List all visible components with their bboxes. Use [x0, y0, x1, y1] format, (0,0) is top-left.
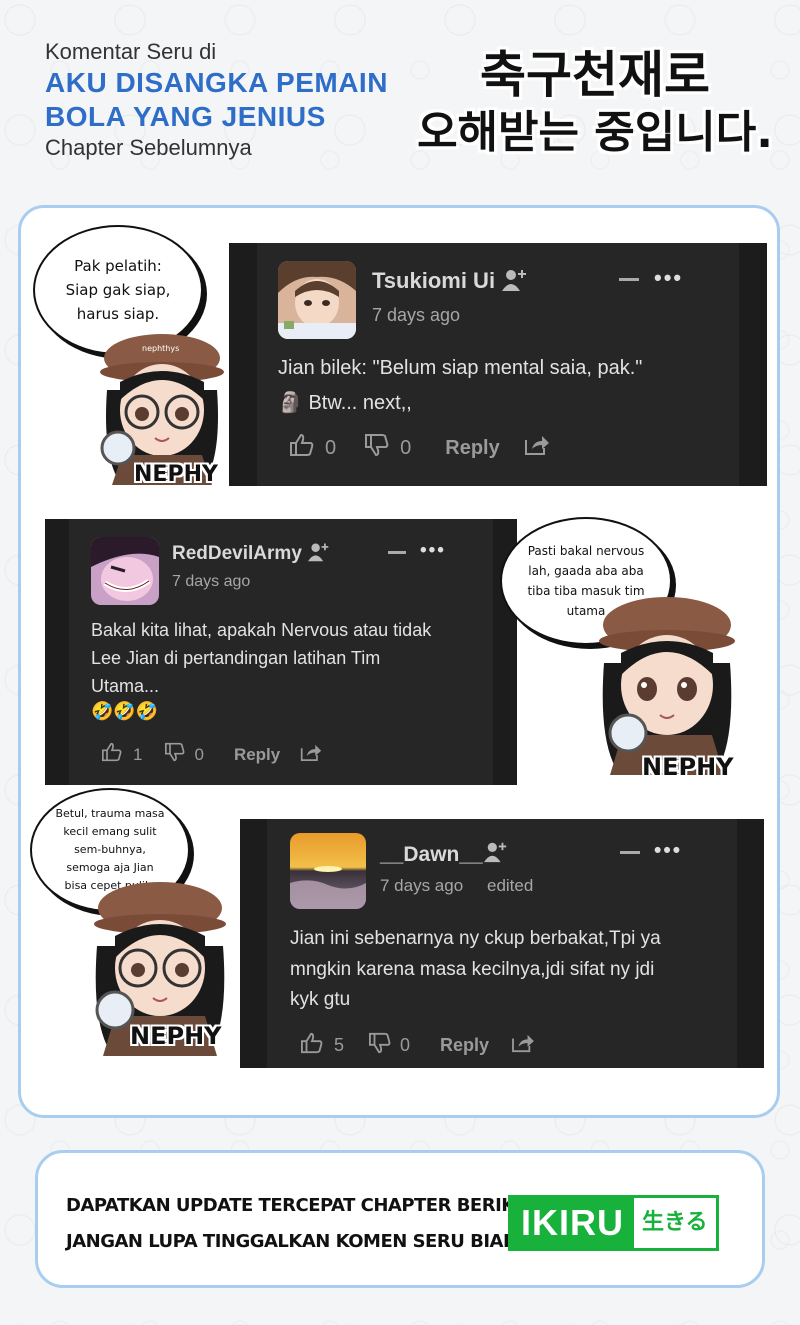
comment-card-1: Tsukiomi Ui ••• 7 days ago Jian bilek: "… — [229, 243, 767, 486]
share-icon[interactable] — [511, 1033, 535, 1058]
collapse-icon[interactable] — [620, 851, 640, 854]
add-user-icon[interactable] — [501, 267, 529, 298]
add-user-icon[interactable] — [483, 840, 509, 869]
comment-text-line2: Lee Jian di pertandingan latihan Tim — [91, 648, 381, 668]
username[interactable]: Tsukiomi Ui — [372, 268, 495, 294]
dislike-count: 0 — [400, 436, 412, 459]
avatar[interactable] — [91, 537, 159, 605]
username[interactable]: __Dawn__ — [380, 843, 483, 867]
nephy-character-2: NEPHY — [592, 585, 742, 781]
share-icon[interactable] — [524, 434, 550, 462]
comment-text-line3: Utama... — [91, 676, 160, 696]
footer-banner: DAPATKAN UPDATE TERCEPAT CHAPTER BERIKUT… — [35, 1150, 765, 1288]
korean-title-line1: 축구천재로 — [480, 46, 710, 104]
collapse-icon[interactable] — [619, 278, 639, 281]
thumbs-up-icon[interactable] — [300, 1032, 324, 1059]
series-title-line2: BOLA YANG JENIUS — [45, 101, 326, 132]
comment-text-line2: 🗿 Btw... next,, — [278, 392, 412, 414]
comment-actions: 5 0 Reply — [300, 1032, 535, 1059]
username[interactable]: RedDevilArmy — [172, 543, 302, 565]
avatar[interactable] — [278, 261, 356, 339]
comment-text-line4: 🤣🤣🤣 — [91, 701, 159, 721]
thumbs-down-icon[interactable] — [368, 1032, 392, 1059]
thumbs-up-icon[interactable] — [101, 742, 123, 767]
reply-button[interactable]: Reply — [234, 745, 280, 765]
korean-title-line2: 오해받는 중입니다. — [417, 107, 773, 158]
nephy-character-3: NEPHY — [85, 870, 235, 1060]
add-user-icon[interactable] — [307, 541, 331, 568]
comment-text-line1: Jian ini sebenarnya ny ckup berbakat,Tpi… — [290, 928, 661, 949]
comment-time[interactable]: 7 days ago — [372, 305, 460, 326]
like-count: 0 — [325, 436, 337, 459]
comment-actions: 1 0 Reply — [101, 742, 322, 767]
brand-name: IKIRU — [511, 1198, 634, 1248]
korean-logo: 축구천재로 오해받는 중입니다. — [415, 45, 775, 161]
dislike-count: 0 — [194, 744, 204, 764]
comment-text-line1: Bakal kita lihat, apakah Nervous atau ti… — [91, 620, 432, 640]
comment-card-3: __Dawn__ ••• 7 days ago edited Jian ini … — [240, 819, 764, 1068]
reply-button[interactable]: Reply — [440, 1035, 489, 1056]
comment-text-line1: Jian bilek: "Belum siap mental saia, pak… — [278, 357, 643, 379]
comment-actions: 0 0 Reply — [289, 433, 550, 463]
share-icon[interactable] — [300, 743, 322, 767]
nephy-label: NEPHY — [134, 462, 218, 487]
more-options-icon[interactable]: ••• — [654, 839, 682, 863]
series-title-line1: AKU DISANGKA PEMAIN — [45, 67, 388, 98]
bubble-text: Pak pelatih: Siap gak siap, harus siap. — [65, 257, 171, 323]
like-count: 1 — [133, 744, 143, 764]
header-subtitle: Chapter Sebelumnya — [45, 135, 252, 160]
nephy-label: NEPHY — [130, 1022, 222, 1050]
comment-text-line3: kyk gtu — [290, 989, 351, 1010]
avatar[interactable] — [290, 833, 366, 909]
header-intro: Komentar Seru di — [45, 39, 217, 64]
more-options-icon[interactable]: ••• — [420, 540, 446, 562]
comment-time[interactable]: 7 days ago — [380, 876, 463, 896]
hat-text: nephthys — [142, 344, 179, 353]
comment-card-2: RedDevilArmy ••• 7 days ago Bakal kita l… — [45, 519, 517, 785]
brand-sub: 生きる — [634, 1198, 716, 1248]
ikiru-logo[interactable]: IKIRU 生きる — [508, 1195, 719, 1251]
thumbs-up-icon[interactable] — [289, 433, 315, 463]
thumbs-down-icon[interactable] — [364, 433, 390, 463]
edited-label: edited — [487, 876, 534, 895]
like-count: 5 — [334, 1035, 345, 1055]
more-options-icon[interactable]: ••• — [654, 265, 683, 291]
header-left: Komentar Seru di AKU DISANGKA PEMAIN BOL… — [45, 38, 388, 162]
dislike-count: 0 — [400, 1035, 411, 1055]
nephy-label: NEPHY — [642, 753, 734, 781]
comment-text-line2: mngkin karena masa kecilnya,jdi sifat ny… — [290, 959, 655, 980]
collapse-icon[interactable] — [388, 551, 406, 554]
thumbs-down-icon[interactable] — [164, 742, 186, 767]
nephy-character-1: nephthys NEPHY — [92, 320, 232, 490]
comment-time[interactable]: 7 days ago — [172, 573, 250, 591]
reply-button[interactable]: Reply — [445, 437, 499, 460]
